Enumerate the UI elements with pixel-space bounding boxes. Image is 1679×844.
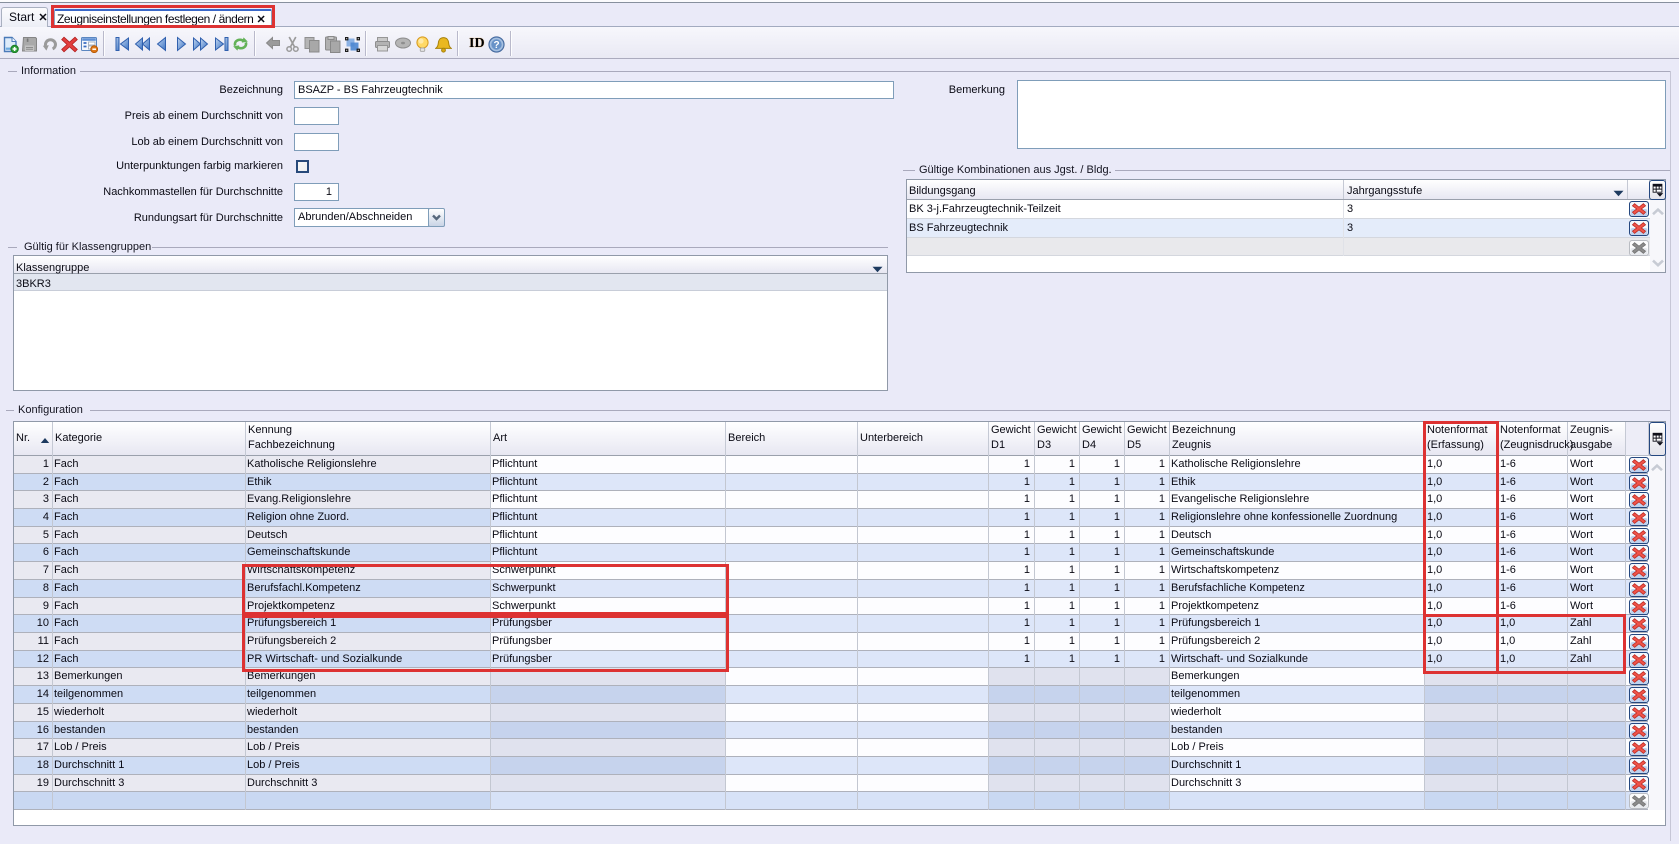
svg-text:?: ? bbox=[493, 40, 499, 51]
